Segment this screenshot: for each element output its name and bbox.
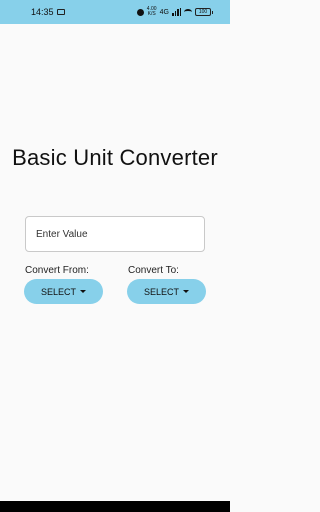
- convert-to-select-label: SELECT: [143, 286, 179, 297]
- status-time: 14:35: [31, 7, 54, 17]
- convert-from-label: Convert From:: [25, 265, 89, 276]
- alarm-icon: [136, 8, 144, 16]
- signal-icon: [172, 8, 181, 16]
- convert-to-label: Convert To:: [128, 265, 179, 276]
- caret-down-icon: [80, 290, 86, 293]
- caret-down-icon: [183, 290, 189, 293]
- convert-from-select-label: SELECT: [40, 286, 76, 297]
- network-speed: 4.00 K/S: [146, 6, 157, 17]
- status-icons: 4.00 K/S 4G 100: [136, 6, 213, 17]
- page-title: Basic Unit Converter: [12, 145, 218, 170]
- convert-to-select-button[interactable]: SELECT: [127, 279, 206, 304]
- message-icon: [57, 9, 65, 15]
- navigation-bar: [0, 501, 230, 512]
- status-bar: 14:35 4.00 K/S 4G 100: [0, 0, 230, 24]
- convert-from-select-button[interactable]: SELECT: [24, 279, 103, 304]
- value-input[interactable]: [25, 216, 205, 252]
- wifi-icon: [184, 9, 192, 15]
- battery-icon: 100: [195, 8, 213, 16]
- signal-label: 4G: [159, 8, 169, 16]
